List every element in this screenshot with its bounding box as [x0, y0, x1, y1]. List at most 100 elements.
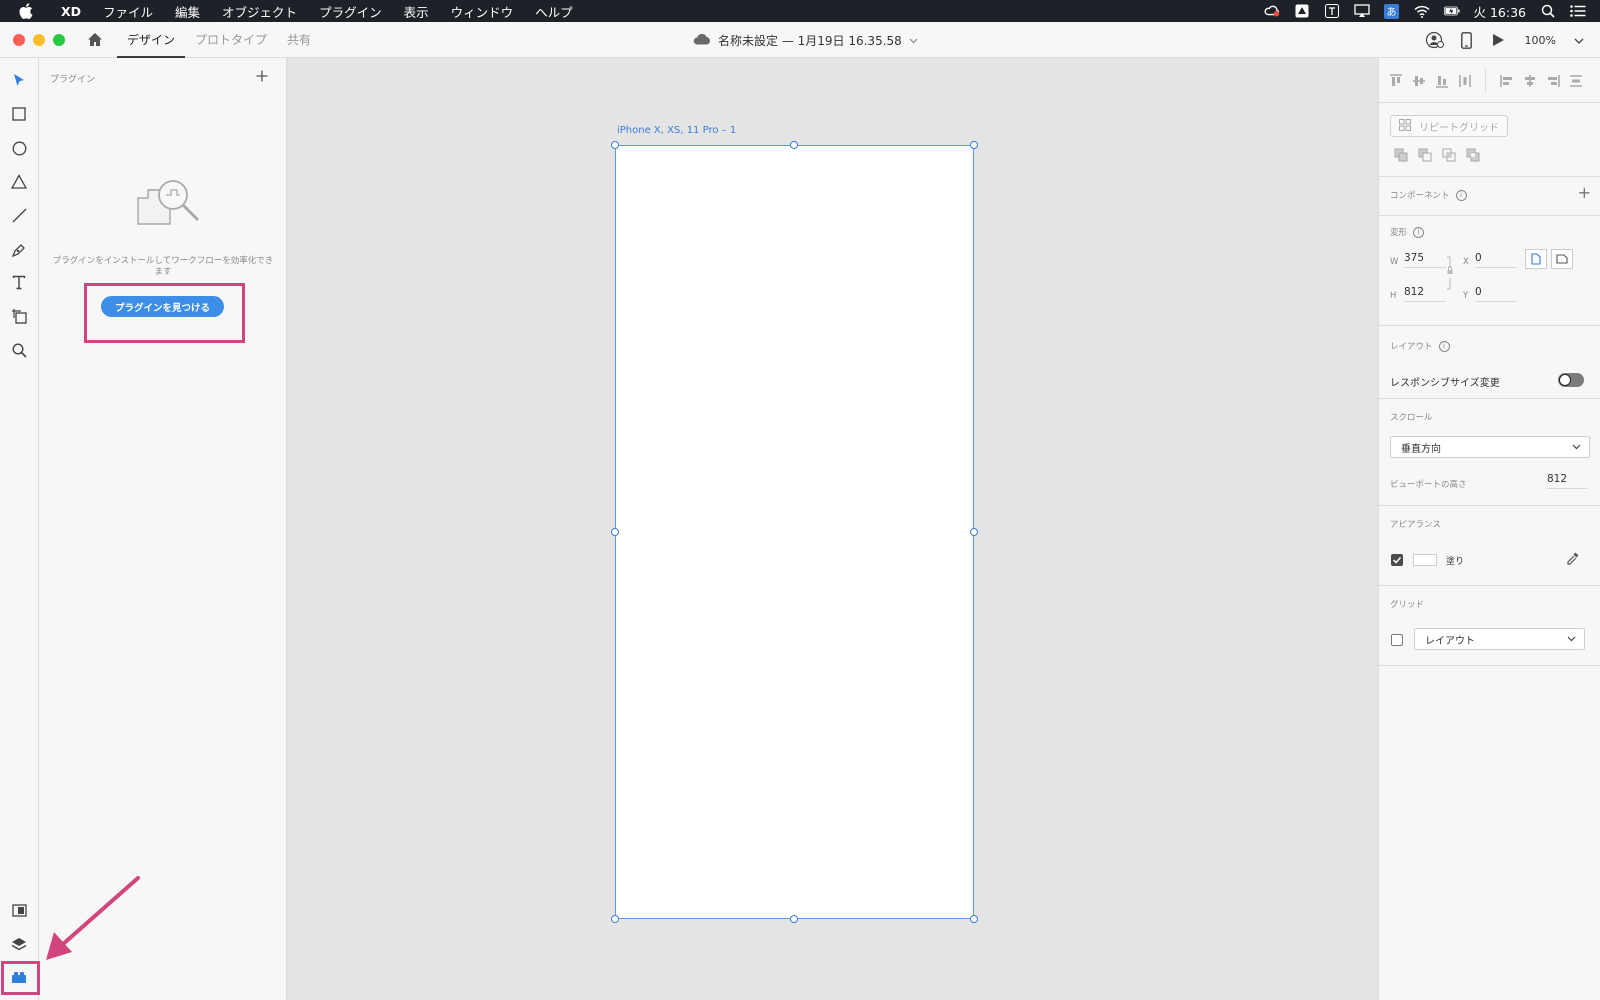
align-left-icon[interactable] [1498, 72, 1515, 89]
plugins-icon[interactable] [9, 967, 29, 987]
menu-edit[interactable]: 編集 [164, 2, 211, 21]
align-center-icon[interactable] [1521, 72, 1538, 89]
spotlight-search-icon[interactable] [1540, 4, 1556, 18]
line-tool-icon[interactable] [9, 205, 29, 225]
eyedropper-icon[interactable] [1566, 551, 1580, 568]
lock-aspect-icon[interactable] [1446, 256, 1454, 293]
pen-tool-icon[interactable] [9, 239, 29, 259]
menu-view[interactable]: 表示 [393, 2, 440, 21]
fill-checkbox[interactable] [1391, 554, 1403, 566]
distribute-horizontal-icon[interactable] [1567, 72, 1584, 89]
responsive-resize-toggle[interactable] [1558, 373, 1584, 387]
fill-color-swatch[interactable] [1413, 554, 1437, 566]
width-input[interactable]: 375 [1404, 252, 1446, 268]
align-section [1379, 58, 1600, 103]
zoom-selector[interactable]: 100% [1525, 34, 1584, 47]
zoom-window-button[interactable] [53, 33, 65, 46]
resize-handle-top-left[interactable] [611, 141, 619, 149]
distribute-vertical-icon[interactable] [1456, 72, 1473, 89]
boolean-intersect-icon[interactable] [1440, 146, 1458, 164]
text-tool-icon[interactable] [9, 272, 29, 292]
find-plugins-button[interactable]: プラグインを見つける [101, 296, 224, 317]
design-canvas[interactable]: iPhone X, XS, 11 Pro – 1 [287, 58, 1378, 1000]
airplay-icon[interactable] [1353, 4, 1370, 18]
x-input[interactable]: 0 [1475, 252, 1517, 268]
input-method-icon[interactable]: あ [1384, 3, 1400, 19]
portrait-orientation-button[interactable] [1525, 249, 1547, 269]
align-top-icon[interactable] [1387, 72, 1404, 89]
menu-file[interactable]: ファイル [92, 2, 164, 21]
minimize-window-button[interactable] [33, 33, 45, 46]
viewport-height-input[interactable]: 812 [1547, 473, 1587, 489]
resize-handle-left[interactable] [611, 528, 619, 536]
menu-help[interactable]: ヘルプ [524, 2, 584, 21]
artboard-tool-icon[interactable] [9, 306, 29, 326]
tab-design[interactable]: デザイン [117, 22, 186, 58]
polygon-tool-icon[interactable] [9, 171, 29, 191]
add-plugin-icon[interactable] [254, 68, 270, 84]
cloud-icon [693, 33, 711, 48]
menu-object[interactable]: オブジェクト [211, 2, 308, 21]
boolean-add-icon[interactable] [1392, 146, 1410, 164]
assets-icon[interactable] [9, 900, 29, 920]
repeat-grid-label: リピートグリッド [1419, 122, 1499, 134]
appearance-title: アピアランス [1390, 520, 1441, 530]
resize-handle-bottom[interactable] [790, 915, 798, 923]
scroll-direction-dropdown[interactable]: 垂直方向 [1390, 436, 1590, 458]
annotation-arrow-icon [46, 876, 140, 960]
boolean-subtract-icon[interactable] [1416, 146, 1434, 164]
apple-menu-icon[interactable] [18, 3, 34, 19]
account-icon[interactable] [1425, 30, 1445, 50]
resize-handle-bottom-right[interactable] [970, 915, 978, 923]
repeat-grid-button[interactable]: リピートグリッド [1390, 115, 1508, 137]
grid-checkbox[interactable] [1391, 634, 1403, 646]
boolean-exclude-icon[interactable] [1464, 146, 1482, 164]
info-icon[interactable]: i [1455, 189, 1467, 201]
tab-share[interactable]: 共有 [277, 22, 321, 58]
notification-center-icon[interactable] [1570, 4, 1586, 18]
layers-icon[interactable] [9, 934, 29, 954]
close-window-button[interactable] [13, 33, 25, 46]
resize-handle-top[interactable] [790, 141, 798, 149]
viewport-height-label: ビューポートの高さ [1390, 480, 1467, 490]
select-tool-icon[interactable] [9, 70, 29, 90]
battery-icon[interactable] [1443, 4, 1460, 18]
rectangle-tool-icon[interactable] [9, 104, 29, 124]
y-label: Y [1463, 291, 1469, 301]
artboard-label[interactable]: iPhone X, XS, 11 Pro – 1 [617, 125, 736, 136]
document-title[interactable]: 名称未設定 — 1月19日 16.35.58 [693, 22, 918, 58]
align-bottom-icon[interactable] [1433, 72, 1450, 89]
wifi-icon[interactable] [1413, 4, 1430, 18]
resize-handle-right[interactable] [970, 528, 978, 536]
tab-prototype[interactable]: プロトタイプ [185, 22, 277, 58]
info-icon[interactable]: i [1413, 226, 1425, 238]
height-input[interactable]: 812 [1404, 286, 1446, 302]
menu-plugins[interactable]: プラグイン [308, 2, 393, 21]
play-preview-icon[interactable] [1489, 30, 1509, 50]
clock[interactable]: 火 16:36 [1474, 2, 1527, 21]
home-icon[interactable] [85, 30, 105, 50]
chevron-down-icon [1574, 34, 1584, 47]
width-label: W [1390, 257, 1399, 267]
chevron-down-icon [909, 33, 918, 47]
landscape-orientation-button[interactable] [1551, 249, 1573, 269]
ellipse-tool-icon[interactable] [9, 138, 29, 158]
align-right-icon[interactable] [1544, 72, 1561, 89]
align-middle-icon[interactable] [1410, 72, 1427, 89]
text-tool-icon[interactable] [1324, 4, 1340, 18]
menu-app[interactable]: XD [50, 4, 92, 19]
add-component-icon[interactable]: + [1578, 183, 1591, 202]
artboard[interactable] [615, 145, 974, 919]
component-title: コンポーネント i [1390, 189, 1467, 201]
menu-window[interactable]: ウィンドウ [440, 2, 525, 21]
creative-cloud-icon[interactable] [1264, 4, 1280, 18]
grid-title: グリッド [1390, 600, 1425, 610]
zoom-tool-icon[interactable] [9, 340, 29, 360]
resize-handle-top-right[interactable] [970, 141, 978, 149]
info-icon[interactable]: i [1438, 340, 1450, 352]
drive-icon[interactable] [1294, 4, 1310, 18]
y-input[interactable]: 0 [1475, 286, 1517, 302]
resize-handle-bottom-left[interactable] [611, 915, 619, 923]
grid-type-dropdown[interactable]: レイアウト [1414, 628, 1585, 650]
mobile-preview-icon[interactable] [1457, 30, 1477, 50]
